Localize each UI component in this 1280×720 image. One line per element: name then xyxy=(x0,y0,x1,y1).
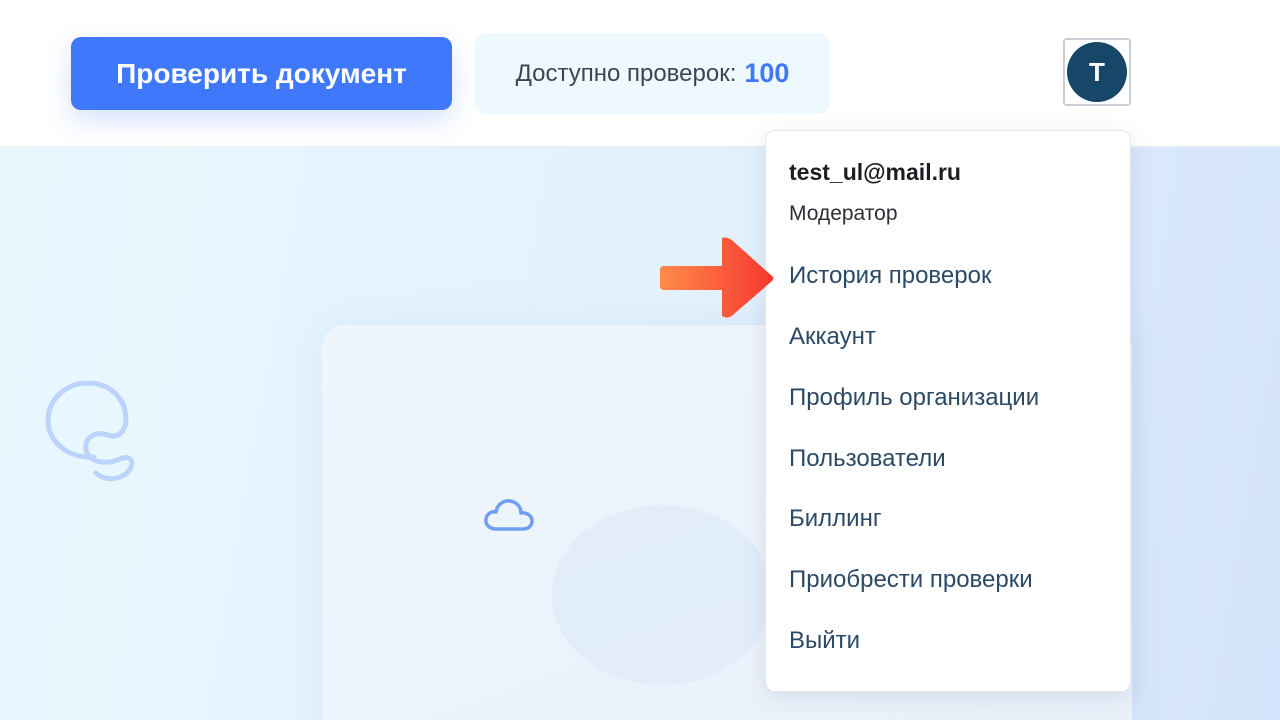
menu-item-account[interactable]: Аккаунт xyxy=(789,323,876,351)
available-checks-count: 100 xyxy=(744,58,790,88)
account-dropdown-menu: test_ul@mail.ru Модератор История провер… xyxy=(765,130,1131,692)
available-checks-label: Доступно проверок: xyxy=(515,59,737,87)
avatar: T xyxy=(1067,42,1127,102)
annotation-arrow-icon xyxy=(660,237,774,318)
menu-item-buy-checks[interactable]: Приобрести проверки xyxy=(789,566,1033,594)
swirl-logo-icon xyxy=(45,380,135,482)
user-role: Модератор xyxy=(789,202,898,225)
menu-item-users[interactable]: Пользователи xyxy=(789,445,946,473)
menu-item-check-history[interactable]: История проверок xyxy=(789,262,991,290)
check-document-button[interactable]: Проверить документ xyxy=(71,37,452,110)
cloud-icon xyxy=(484,499,534,531)
avatar-initial: T xyxy=(1089,56,1105,87)
available-checks-badge: Доступно проверок: 100 xyxy=(475,33,830,114)
menu-item-organization-profile[interactable]: Профиль организации xyxy=(789,384,1039,412)
user-email: test_ul@mail.ru xyxy=(789,159,961,185)
user-avatar-button[interactable]: T xyxy=(1063,38,1131,106)
menu-item-billing[interactable]: Биллинг xyxy=(789,505,882,533)
card-decoration xyxy=(552,505,772,685)
top-header: Проверить документ Доступно проверок: 10… xyxy=(0,0,1280,147)
menu-item-logout[interactable]: Выйти xyxy=(789,627,860,655)
